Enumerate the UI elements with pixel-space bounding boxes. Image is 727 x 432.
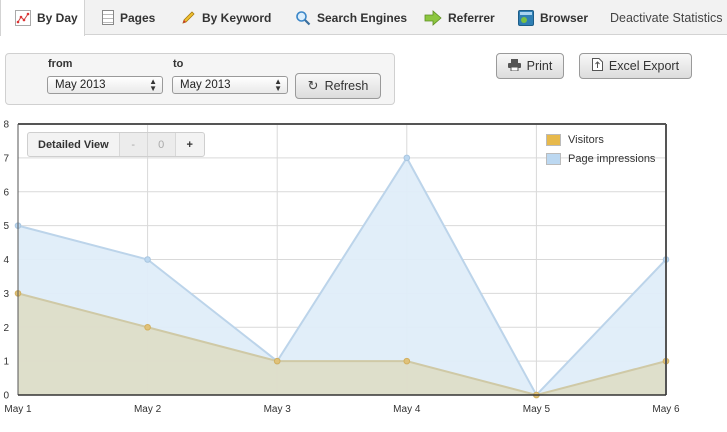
y-tick-label: 4 xyxy=(3,255,9,266)
legend-swatch xyxy=(546,152,561,165)
zoom-reset-button[interactable]: 0 xyxy=(147,133,176,156)
date-filter-panel: from to May 2013 ▲ ▼ May 2013 ▲ ▼ ↻ Refres… xyxy=(5,53,395,105)
chart-legend: Visitors Page impressions xyxy=(546,130,664,170)
y-tick-label: 0 xyxy=(3,391,9,402)
x-tick-label: May 3 xyxy=(264,404,292,415)
to-label: to xyxy=(173,58,184,70)
magnifier-icon xyxy=(295,10,311,26)
y-tick-label: 7 xyxy=(3,153,9,164)
tab-label: By Keyword xyxy=(202,10,272,25)
data-point-page-impressions xyxy=(403,154,411,162)
tab-label: Pages xyxy=(120,10,156,25)
y-tick-label: 2 xyxy=(3,323,9,334)
tab-label: Browser xyxy=(540,10,589,25)
legend-item-page-impressions: Page impressions xyxy=(546,149,664,168)
legend-label: Page impressions xyxy=(568,152,656,165)
tab-by-keyword[interactable]: By Keyword xyxy=(180,0,271,35)
y-tick-label: 1 xyxy=(3,357,9,368)
tab-label: Search Engines xyxy=(317,10,408,25)
y-tick-label: 8 xyxy=(3,120,9,131)
tab-browser[interactable]: Browser xyxy=(518,0,588,35)
y-tick-label: 5 xyxy=(3,221,9,232)
deactivate-statistics-link[interactable]: Deactivate Statistics xyxy=(610,0,723,35)
pencil-icon xyxy=(180,10,196,26)
line-chart-icon xyxy=(15,10,31,26)
print-label: Print xyxy=(526,59,553,73)
tab-label: Referrer xyxy=(448,10,495,25)
legend-item-visitors: Visitors xyxy=(546,130,664,149)
zoom-controls: Detailed View - 0 + xyxy=(27,132,205,157)
legend-label: Visitors xyxy=(568,133,604,146)
excel-export-button[interactable]: Excel Export xyxy=(579,53,692,79)
printer-icon xyxy=(507,58,521,74)
tab-bar: By Day Pages By Keyword Search Engines R… xyxy=(0,0,727,36)
to-month-select[interactable]: May 2013 ▲ ▼ xyxy=(172,76,288,94)
from-label: from xyxy=(48,58,73,70)
zoom-out-button[interactable]: - xyxy=(119,133,148,156)
data-point-visitors xyxy=(144,323,151,331)
tab-pages[interactable]: Pages xyxy=(102,0,155,35)
zoom-in-button[interactable]: + xyxy=(176,133,204,156)
page-icon xyxy=(102,10,114,25)
tab-by-day[interactable]: By Day xyxy=(0,0,85,36)
browser-icon xyxy=(518,9,534,26)
arrow-right-icon xyxy=(424,9,442,26)
detailed-view-label: Detailed View xyxy=(28,133,120,156)
y-tick-label: 6 xyxy=(3,187,9,198)
refresh-button[interactable]: ↻ Refresh xyxy=(295,73,381,99)
legend-swatch xyxy=(546,133,561,146)
tab-search-engines[interactable]: Search Engines xyxy=(295,0,407,35)
data-point-visitors xyxy=(273,357,281,365)
deactivate-label: Deactivate Statistics xyxy=(610,10,723,25)
x-tick-label: May 4 xyxy=(393,404,421,415)
data-point-page-impressions xyxy=(144,256,151,263)
from-month-select[interactable]: May 2013 ▲ ▼ xyxy=(47,76,163,94)
refresh-label: Refresh xyxy=(324,79,369,93)
excel-export-label: Excel Export xyxy=(608,59,680,73)
y-tick-label: 3 xyxy=(3,289,9,300)
tab-label: By Day xyxy=(37,11,78,25)
x-tick-label: May 6 xyxy=(652,404,680,415)
to-month-value: May 2013 xyxy=(180,79,231,91)
x-tick-label: May 2 xyxy=(134,404,162,415)
data-point-visitors xyxy=(403,357,411,365)
from-month-value: May 2013 xyxy=(55,79,106,91)
tab-referrer[interactable]: Referrer xyxy=(424,0,495,35)
x-tick-label: May 1 xyxy=(4,404,32,415)
refresh-icon: ↻ xyxy=(307,78,319,93)
export-file-icon xyxy=(591,58,603,74)
x-tick-label: May 5 xyxy=(523,404,551,415)
select-arrows-icon: ▲ ▼ xyxy=(274,77,282,93)
select-arrows-icon: ▲ ▼ xyxy=(149,77,157,93)
print-button[interactable]: Print xyxy=(496,53,564,79)
